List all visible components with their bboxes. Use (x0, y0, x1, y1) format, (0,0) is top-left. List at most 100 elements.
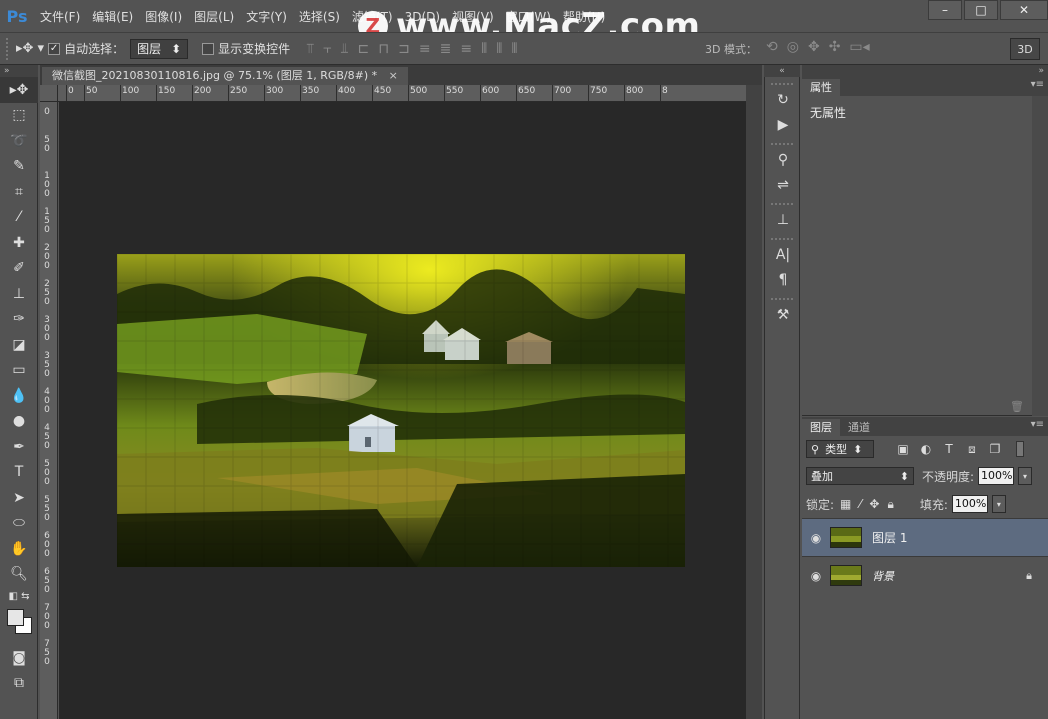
clone-stamp-tool-icon[interactable]: ⊥ (0, 281, 38, 307)
minimize-button[interactable]: – (928, 0, 962, 20)
close-document-icon[interactable]: × (389, 69, 398, 82)
distribute-left-icon[interactable]: ⦀ (481, 41, 487, 57)
gradient-tool-icon[interactable]: ▭ (0, 358, 38, 384)
paragraph-panel-icon[interactable]: ¶ (771, 267, 795, 292)
menu-image[interactable]: 图像(I) (139, 0, 188, 32)
lock-position-icon[interactable]: ✥ (869, 497, 879, 512)
tab-layers[interactable]: 图层 (802, 419, 840, 436)
zoom-tool-icon[interactable]: 🔍︎ (0, 562, 38, 588)
toolbox-collapse[interactable]: » (0, 65, 38, 77)
history-brush-tool-icon[interactable]: ✑ (0, 307, 38, 333)
menu-select[interactable]: 选择(S) (293, 0, 346, 32)
3d-slide-icon[interactable]: ✣ (829, 39, 841, 55)
foreground-color[interactable] (7, 609, 24, 626)
color-swatch[interactable] (0, 605, 38, 645)
lock-transparent-icon[interactable]: ▦ (840, 497, 851, 512)
shape-tool-icon[interactable]: ⬭ (0, 511, 38, 537)
dock-collapse[interactable]: « (764, 65, 800, 77)
marquee-tool-icon[interactable]: ⬚ (0, 103, 38, 129)
restore-button[interactable]: □ (964, 0, 998, 20)
shape-filter-icon[interactable]: ⧈ (964, 442, 980, 457)
align-vcenter-icon[interactable]: ⫟ (323, 41, 331, 57)
eyedropper-tool-icon[interactable]: ⁄ (0, 205, 38, 231)
distribute-right-icon[interactable]: ⦀ (511, 41, 517, 57)
opacity-input[interactable]: 100% (978, 467, 1015, 485)
filter-toggle[interactable] (1016, 441, 1024, 457)
move-tool-preset-icon[interactable]: ▸✥ ▾ (16, 41, 44, 56)
move-tool-icon[interactable]: ▸✥ (0, 77, 38, 103)
layer-row-background[interactable]: ◉ 背景 🔒︎ (802, 556, 1048, 594)
menu-layer[interactable]: 图层(L) (188, 0, 240, 32)
pen-tool-icon[interactable]: ✒ (0, 434, 38, 460)
document-image[interactable] (117, 254, 685, 567)
actions-panel-icon[interactable]: ▶ (771, 112, 795, 137)
brush-tool-icon[interactable]: ✐ (0, 256, 38, 282)
brush-panel-icon[interactable]: ⚲ (771, 147, 795, 172)
eye-icon[interactable]: ◉ (802, 531, 830, 545)
adjustment-filter-icon[interactable]: ◐ (918, 442, 934, 456)
properties-scrollbar[interactable] (1032, 96, 1048, 416)
options-grip[interactable] (6, 37, 12, 60)
brush-presets-icon[interactable]: ⇌ (771, 172, 795, 197)
distribute-hcenter-icon[interactable]: ⦀ (496, 41, 502, 57)
layers-menu-icon[interactable]: ▾≡ (1031, 419, 1044, 430)
lock-brush-icon[interactable]: ⁄ (859, 497, 861, 512)
layer-filter-select[interactable]: ⚲ 类型 ⬍ (806, 440, 874, 458)
fill-input[interactable]: 100% (951, 495, 988, 513)
panels-collapse[interactable]: » (802, 65, 1048, 77)
3d-rotate-icon[interactable]: ⟲ (766, 39, 778, 55)
screen-mode-icon[interactable]: ⧉ (0, 671, 38, 697)
distribute-top-icon[interactable]: ≡ (419, 41, 431, 57)
smart-object-filter-icon[interactable]: ❐ (987, 442, 1003, 456)
tab-properties[interactable]: 属性 (802, 79, 840, 96)
fill-dropdown[interactable]: ▾ (991, 495, 1006, 513)
clone-source-icon[interactable]: ⊥ (771, 207, 795, 232)
quick-mask-icon[interactable]: ◙ (0, 645, 38, 671)
tool-presets-icon[interactable]: ⚒ (771, 302, 795, 327)
align-top-icon[interactable]: ⫪ (306, 41, 314, 57)
hand-tool-icon[interactable]: ✋ (0, 536, 38, 562)
menu-type[interactable]: 文字(Y) (240, 0, 293, 32)
3d-drag-icon[interactable]: ✥ (808, 39, 820, 55)
lock-all-icon[interactable]: 🔒︎ (887, 497, 893, 512)
opacity-dropdown[interactable]: ▾ (1018, 467, 1033, 485)
auto-select-dropdown[interactable]: 图层 ⬍ (130, 38, 189, 59)
default-colors-icon[interactable]: ◧ ⇆ (0, 587, 38, 605)
3d-camera-icon[interactable]: ▭◂ (849, 39, 869, 55)
type-filter-icon[interactable]: T (941, 442, 957, 456)
canvas-area[interactable] (59, 102, 746, 719)
align-left-icon[interactable]: ⊏ (357, 41, 369, 57)
distribute-vcenter-icon[interactable]: ≣ (440, 41, 452, 57)
blend-mode-select[interactable]: 叠加 ⬍ (806, 467, 914, 485)
show-transform-checkbox[interactable] (202, 42, 215, 55)
vertical-ruler[interactable]: 0 50 100 150 200 250 300 350 400 450 500… (40, 102, 58, 719)
crop-tool-icon[interactable]: ⌗ (0, 179, 38, 205)
blur-tool-icon[interactable]: 💧 (0, 383, 38, 409)
3d-roll-icon[interactable]: ◎ (787, 39, 799, 55)
close-window-button[interactable]: ✕ (1000, 0, 1048, 20)
pixel-filter-icon[interactable]: ▣ (895, 442, 911, 456)
tab-channels[interactable]: 通道 (840, 419, 878, 436)
menu-edit[interactable]: 编辑(E) (86, 0, 139, 32)
path-select-tool-icon[interactable]: ➤ (0, 485, 38, 511)
distribute-bottom-icon[interactable]: ≡ (460, 41, 472, 57)
document-tab[interactable]: 微信截图_20210830110816.jpg @ 75.1% (图层 1, R… (42, 67, 408, 85)
3d-workspace-button[interactable]: 3D (1010, 38, 1040, 60)
align-bottom-icon[interactable]: ⫫ (341, 41, 349, 57)
properties-menu-icon[interactable]: ▾≡ (1031, 79, 1044, 90)
align-hcenter-icon[interactable]: ⊓ (378, 41, 389, 57)
trash-icon[interactable]: 🗑︎ (1010, 400, 1024, 413)
ruler-corner[interactable] (40, 85, 58, 102)
lasso-tool-icon[interactable]: ➰ (0, 128, 38, 154)
dodge-tool-icon[interactable]: ● (0, 409, 38, 435)
align-right-icon[interactable]: ⊐ (398, 41, 410, 57)
healing-brush-tool-icon[interactable]: ✚ (0, 230, 38, 256)
menu-file[interactable]: 文件(F) (34, 0, 86, 32)
character-panel-icon[interactable]: A| (771, 242, 795, 267)
layer-row-layer1[interactable]: ◉ 图层 1 (802, 518, 1048, 556)
eraser-tool-icon[interactable]: ◪ (0, 332, 38, 358)
history-panel-icon[interactable]: ↻ (771, 87, 795, 112)
type-tool-icon[interactable]: T (0, 460, 38, 486)
eye-icon[interactable]: ◉ (802, 569, 830, 583)
auto-select-checkbox[interactable]: ✓ (48, 42, 61, 55)
